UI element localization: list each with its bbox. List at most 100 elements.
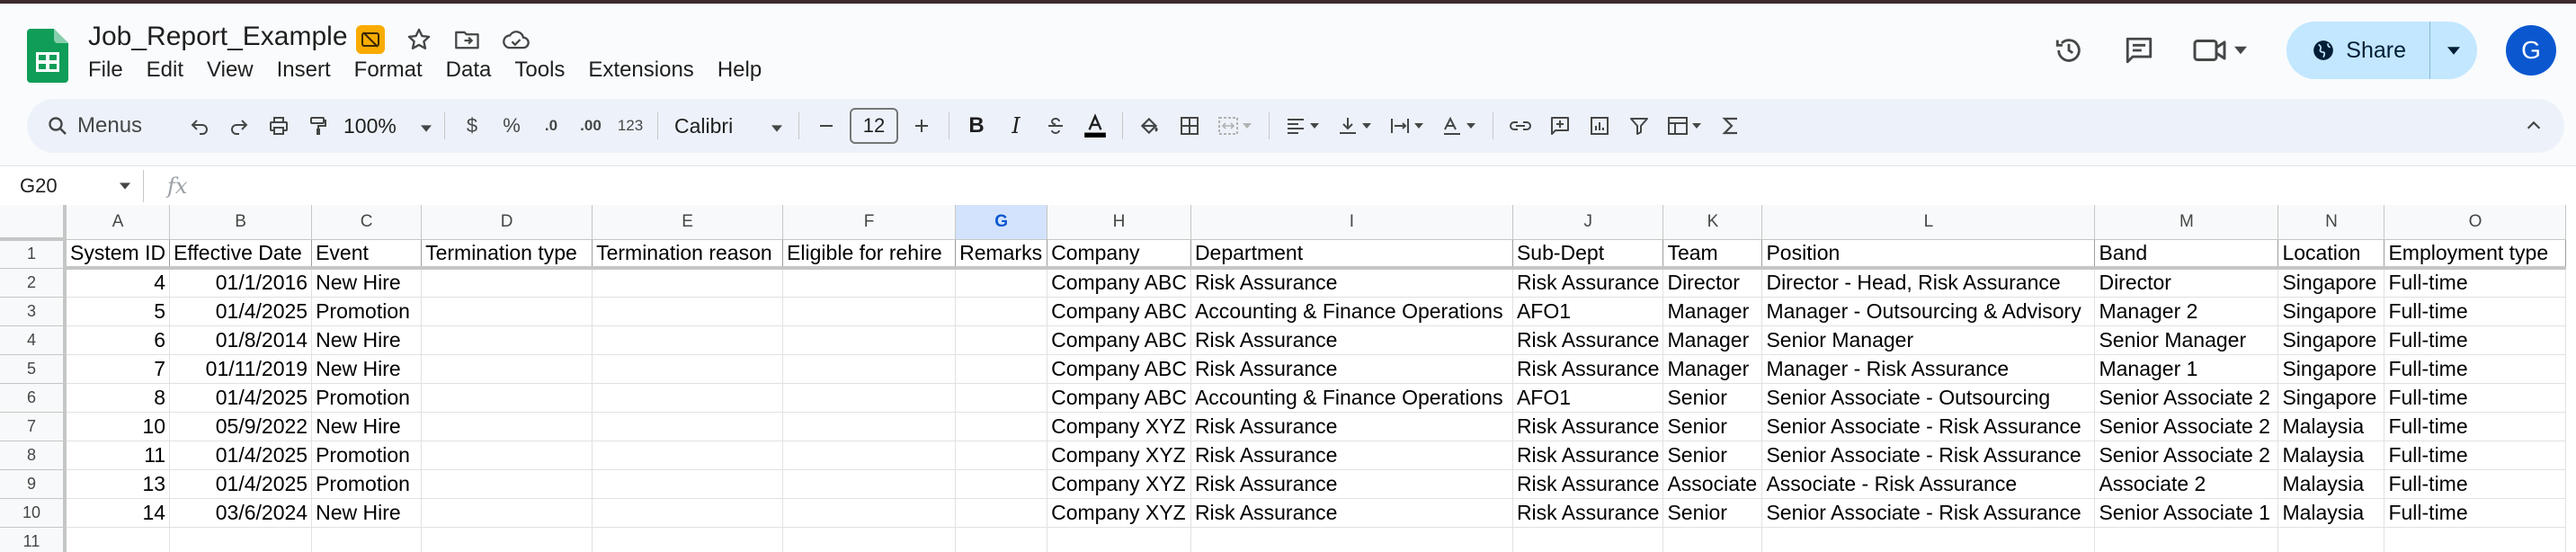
row-header[interactable]: 8 [0,441,67,470]
column-header-l[interactable]: L [1761,205,2096,240]
column-title-cell[interactable]: System ID [65,239,171,270]
comments-icon[interactable] [2114,25,2164,76]
cell[interactable] [592,441,784,470]
row-header[interactable]: 9 [0,469,67,499]
column-header-f[interactable]: F [782,205,957,240]
cell[interactable]: Senior [1662,383,1763,413]
cell[interactable] [421,469,593,499]
cell[interactable]: 13 [65,469,171,499]
cell[interactable]: Company ABC [1047,383,1191,413]
menu-format[interactable]: Format [343,58,434,83]
cell[interactable] [955,325,1048,355]
cell[interactable]: Senior Associate 2 [2094,441,2279,470]
menu-edit[interactable]: Edit [135,58,195,83]
cell[interactable]: Malaysia [2277,498,2385,528]
cell[interactable] [1047,527,1191,552]
column-title-cell[interactable]: Effective Date [169,239,313,270]
cell[interactable]: Director [1662,268,1763,298]
cell[interactable]: New Hire [311,268,423,298]
column-header-a[interactable]: A [65,205,171,240]
cell[interactable]: Risk Assurance [1512,268,1664,298]
increase-font-size-icon[interactable] [902,106,941,146]
cell[interactable]: Singapore [2277,297,2385,326]
increase-decimal-button[interactable]: .00 [571,106,611,146]
zoom-select[interactable]: 100% [338,106,437,146]
cell[interactable]: Manager - Risk Assurance [1761,354,2096,384]
cell[interactable] [2094,527,2279,552]
cell[interactable]: Director - Head, Risk Assurance [1761,268,2096,298]
cell[interactable] [421,354,593,384]
menus-search[interactable]: Menus [27,106,180,146]
formula-input[interactable] [201,170,2576,202]
cell[interactable]: Senior Associate - Risk Assurance [1761,441,2096,470]
cell[interactable] [955,412,1048,441]
cell[interactable]: Risk Assurance [1190,354,1513,384]
cell[interactable]: 10 [65,412,171,441]
collapse-toolbar-icon[interactable] [2514,106,2554,146]
cell[interactable]: Risk Assurance [1512,325,1664,355]
cell[interactable]: Senior Manager [1761,325,2096,355]
cell[interactable] [421,325,593,355]
column-header-k[interactable]: K [1662,205,1763,240]
redo-icon[interactable] [219,106,259,146]
insert-comment-icon[interactable] [1540,106,1580,146]
print-icon[interactable] [259,106,299,146]
cell[interactable]: Risk Assurance [1190,441,1513,470]
name-box[interactable]: G20 [0,169,144,202]
cell[interactable]: Company ABC [1047,325,1191,355]
cell[interactable]: Full-time [2384,498,2567,528]
paint-format-icon[interactable] [299,106,338,146]
cell[interactable]: Company XYZ [1047,412,1191,441]
cell[interactable] [421,498,593,528]
column-header-n[interactable]: N [2277,205,2385,240]
cell[interactable]: Full-time [2384,383,2567,413]
cell[interactable] [782,498,957,528]
cell[interactable]: Promotion [311,297,423,326]
cell[interactable]: Company XYZ [1047,469,1191,499]
cell[interactable]: Company XYZ [1047,441,1191,470]
more-formats-button[interactable]: 123 [611,106,650,146]
cell[interactable] [592,412,784,441]
cell[interactable] [421,441,593,470]
cell[interactable] [592,325,784,355]
row-header[interactable]: 4 [0,325,67,355]
cell[interactable]: 01/8/2014 [169,325,313,355]
row-header[interactable]: 5 [0,354,67,384]
cell[interactable] [592,268,784,298]
column-title-cell[interactable]: Band [2094,239,2279,270]
decrease-decimal-button[interactable]: .0 [531,106,571,146]
cell[interactable]: Associate 2 [2094,469,2279,499]
cell[interactable]: Risk Assurance [1190,268,1513,298]
cell[interactable]: Senior Associate 2 [2094,383,2279,413]
cell[interactable]: Risk Assurance [1512,354,1664,384]
cell[interactable] [955,441,1048,470]
filter-views-icon[interactable] [1659,106,1711,146]
cell[interactable]: Associate - Risk Assurance [1761,469,2096,499]
cell[interactable] [421,383,593,413]
star-icon[interactable] [403,23,435,56]
cell[interactable]: Manager - Outsourcing & Advisory [1761,297,2096,326]
share-dropdown-icon[interactable] [2430,22,2477,79]
column-title-cell[interactable]: Team [1662,239,1763,270]
meet-video-icon[interactable] [2184,25,2256,76]
cell[interactable] [65,527,171,552]
cell[interactable]: New Hire [311,498,423,528]
menu-file[interactable]: File [88,58,135,83]
insert-chart-icon[interactable] [1580,106,1619,146]
cell[interactable]: 05/9/2022 [169,412,313,441]
cell[interactable]: New Hire [311,354,423,384]
cell[interactable]: 14 [65,498,171,528]
cell[interactable]: Full-time [2384,297,2567,326]
cell[interactable] [955,383,1048,413]
insert-link-icon[interactable] [1501,106,1540,146]
column-header-c[interactable]: C [311,205,423,240]
cell[interactable] [592,498,784,528]
cell[interactable]: Full-time [2384,469,2567,499]
cell[interactable] [421,268,593,298]
fill-color-icon[interactable] [1130,106,1170,146]
cell[interactable]: Risk Assurance [1190,325,1513,355]
row-header[interactable]: 3 [0,297,67,326]
font-family-select[interactable]: Calibri [665,106,791,146]
offline-badge-icon[interactable] [354,23,387,56]
cell[interactable]: Risk Assurance [1190,469,1513,499]
